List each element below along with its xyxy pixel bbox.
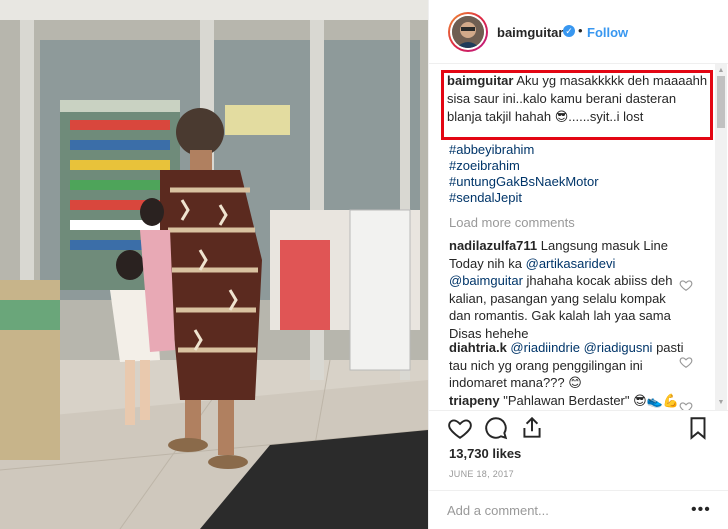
share-upload-icon[interactable] xyxy=(519,415,545,441)
caption-highlight-box xyxy=(441,70,713,140)
comment-like-heart-icon[interactable] xyxy=(679,400,693,410)
comment-item: triapeny "Pahlawan Berdaster" 😎👟💪 xyxy=(449,392,689,410)
add-comment-input[interactable] xyxy=(447,499,677,521)
comment-mention[interactable]: @baimguitar xyxy=(449,273,523,288)
bookmark-icon[interactable] xyxy=(685,415,711,441)
comment-text: "Pahlawan Berdaster" 😎👟💪 xyxy=(503,393,680,408)
post-side-panel: baimguitar ✓ • Follow baimguitar Aku yg … xyxy=(428,0,728,529)
comment-like-heart-icon[interactable] xyxy=(679,355,693,369)
separator-dot: • xyxy=(578,23,583,38)
comment-username[interactable]: diahtria.k xyxy=(449,340,507,355)
comment-item: nadilazulfa711 Langsung masuk Line Today… xyxy=(449,237,689,342)
avatar-image xyxy=(452,16,484,48)
scroll-down-arrow-icon[interactable]: ▼ xyxy=(715,398,727,408)
load-more-comments-link[interactable]: Load more comments xyxy=(449,215,575,230)
scroll-thumb[interactable] xyxy=(717,76,725,128)
hashtag-link[interactable]: #abbeyibrahim xyxy=(449,142,711,158)
post-date[interactable]: JUNE 18, 2017 xyxy=(449,469,514,479)
comment-mention[interactable]: @riadigusni xyxy=(584,340,653,355)
likes-count[interactable]: 13,730 likes xyxy=(449,446,521,461)
avatar[interactable] xyxy=(448,12,488,52)
comments-scrollbar[interactable]: ▲ ▼ xyxy=(715,64,727,410)
add-comment-bar: ••• xyxy=(429,490,728,529)
comment-mention[interactable]: @riadiindrie xyxy=(510,340,580,355)
action-bar xyxy=(429,410,728,446)
hashtag-link[interactable]: #untungGakBsNaekMotor xyxy=(449,174,711,190)
comment-like-heart-icon[interactable] xyxy=(679,278,693,292)
comment-username[interactable]: triapeny xyxy=(449,393,500,408)
post-header: baimguitar ✓ • Follow xyxy=(429,0,728,64)
scroll-up-arrow-icon[interactable]: ▲ xyxy=(715,66,727,76)
follow-button[interactable]: Follow xyxy=(587,25,628,40)
heart-outline-icon[interactable] xyxy=(447,415,473,441)
comments-section[interactable]: baimguitar Aku yg masakkkkk deh maaaahh … xyxy=(429,64,728,410)
hashtag-link[interactable]: #sendalJepit xyxy=(449,190,711,206)
more-options-icon[interactable]: ••• xyxy=(691,501,711,519)
comment-username[interactable]: nadilazulfa711 xyxy=(449,238,537,253)
verified-check-icon: ✓ xyxy=(563,25,575,37)
post-photo[interactable] xyxy=(0,0,428,529)
comment-item: diahtria.k @riadiindrie @riadigusni past… xyxy=(449,339,689,392)
comment-bubble-icon[interactable] xyxy=(483,415,509,441)
hashtag-list: #abbeyibrahim #zoeibrahim #untungGakBsNa… xyxy=(449,142,711,206)
hashtag-link[interactable]: #zoeibrahim xyxy=(449,158,711,174)
comment-mention[interactable]: @artikasaridevi xyxy=(526,256,616,271)
header-username[interactable]: baimguitar xyxy=(497,25,563,40)
